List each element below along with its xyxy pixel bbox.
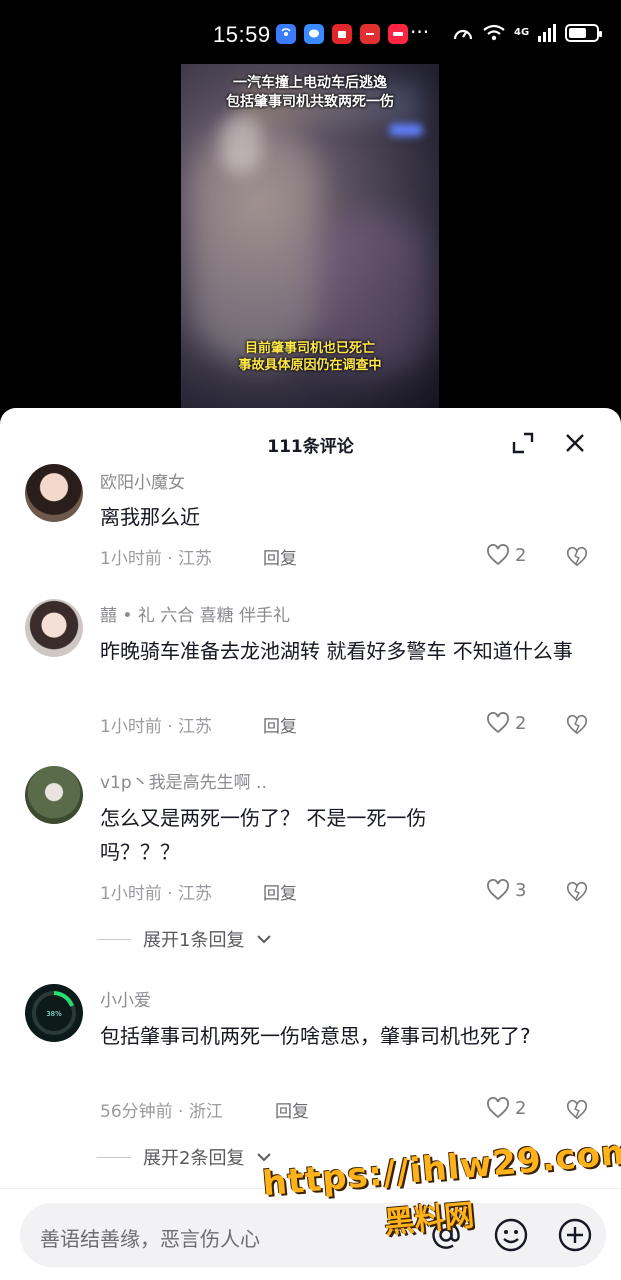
police-light (389, 124, 423, 136)
like-count: 2 (515, 712, 527, 734)
video-caption-bottom: 目前肇事司机也已死亡 事故具体原因仍在调查中 (238, 341, 382, 373)
dislike-button[interactable] (566, 881, 588, 903)
like-count: 2 (515, 1097, 527, 1119)
dislike-button[interactable] (566, 1099, 588, 1121)
status-app-icons (276, 24, 408, 44)
chevron-down-icon (257, 1153, 272, 1162)
fullscreen-expand-icon[interactable] (510, 430, 536, 456)
video-player[interactable]: 一汽车撞上电动车后逃逸 包括肇事司机共致两死一伤 目前肇事司机也已死亡 事故具体… (181, 64, 439, 410)
huawei-app-icon (360, 24, 380, 44)
network-type: 4G (514, 27, 530, 38)
comment-text: 离我那么近 (100, 505, 200, 529)
reply-button[interactable]: 回复 (263, 879, 297, 904)
expand-replies-button[interactable]: 展开1条回复 (97, 926, 272, 952)
like-count: 2 (515, 544, 527, 566)
reply-button[interactable]: 回复 (263, 544, 297, 569)
close-icon[interactable] (562, 430, 588, 456)
dislike-button[interactable] (566, 546, 588, 568)
comment-username[interactable]: 囍 • 礼 六合 喜糖 伴手礼 (100, 601, 290, 626)
status-time: 15:59 (213, 22, 271, 47)
like-button[interactable]: 3 (486, 879, 526, 901)
watermark-name: 黑料网 (382, 1198, 476, 1241)
avatar[interactable]: 38% (25, 984, 83, 1042)
like-button[interactable]: 2 (486, 712, 526, 734)
wifi-share-icon (276, 24, 296, 44)
heart-icon (487, 1097, 509, 1119)
video-caption-top: 一汽车撞上电动车后逃逸 包括肇事司机共致两死一伤 (226, 75, 394, 110)
chat-app-icon (304, 24, 324, 44)
comment-meta: 1小时前 · 江苏 (100, 717, 213, 737)
heart-icon (487, 879, 509, 901)
comment-username[interactable]: 小小爱 (100, 986, 151, 1011)
comment-meta: 1小时前 · 江苏 (100, 549, 213, 569)
comment-meta: 1小时前 · 江苏 (100, 884, 213, 904)
like-button[interactable]: 2 (486, 544, 526, 566)
comment-text: 昨晚骑车准备去龙池湖转 就看好多警车 不知道什么事 (100, 639, 573, 663)
svg-text:38%: 38% (46, 1010, 62, 1018)
comment-text: 怎么又是两死一伤了？ 不是一死一伤吗？？？ (100, 806, 427, 864)
more-notifications-icon: ··· (410, 20, 430, 44)
add-icon[interactable] (557, 1217, 593, 1253)
like-button[interactable]: 2 (486, 1097, 526, 1119)
emoji-icon[interactable] (493, 1217, 529, 1253)
heart-icon (487, 712, 509, 734)
comment-meta: 56分钟前 · 浙江 (100, 1102, 223, 1122)
avatar[interactable] (25, 464, 83, 522)
status-bar: 15:59 ··· 4G (0, 0, 621, 64)
comment-username[interactable]: 欧阳小魔女 (100, 468, 185, 493)
speed-icon (453, 29, 473, 40)
battery-icon (565, 24, 603, 42)
broken-heart-icon (566, 1099, 588, 1120)
comment-text: 包括肇事司机两死一伤啥意思，肇事司机也死了? (100, 1024, 531, 1048)
chevron-down-icon (257, 935, 272, 944)
heart-icon (487, 544, 509, 566)
dislike-button[interactable] (566, 714, 588, 736)
broken-heart-icon (566, 546, 588, 567)
broken-heart-icon (566, 714, 588, 735)
comment-username[interactable]: v1p丶我是高先生啊 .. (100, 768, 267, 793)
broken-heart-icon (566, 881, 588, 902)
shopping-app-icon (332, 24, 352, 44)
like-count: 3 (515, 879, 527, 901)
avatar[interactable] (25, 766, 83, 824)
reply-button[interactable]: 回复 (275, 1097, 309, 1122)
expand-replies-button[interactable]: 展开2条回复 (97, 1144, 272, 1170)
status-system-icons: 4G (452, 24, 603, 42)
reply-button[interactable]: 回复 (263, 712, 297, 737)
avatar[interactable] (25, 599, 83, 657)
comment-input-placeholder: 善语结善缘，恶言伤人心 (40, 1227, 260, 1251)
comment-input-bar: 善语结善缘，恶言伤人心 (0, 1188, 621, 1280)
wifi-icon (483, 24, 505, 41)
signal-icon (538, 24, 557, 42)
xiaohongshu-app-icon (388, 24, 408, 44)
